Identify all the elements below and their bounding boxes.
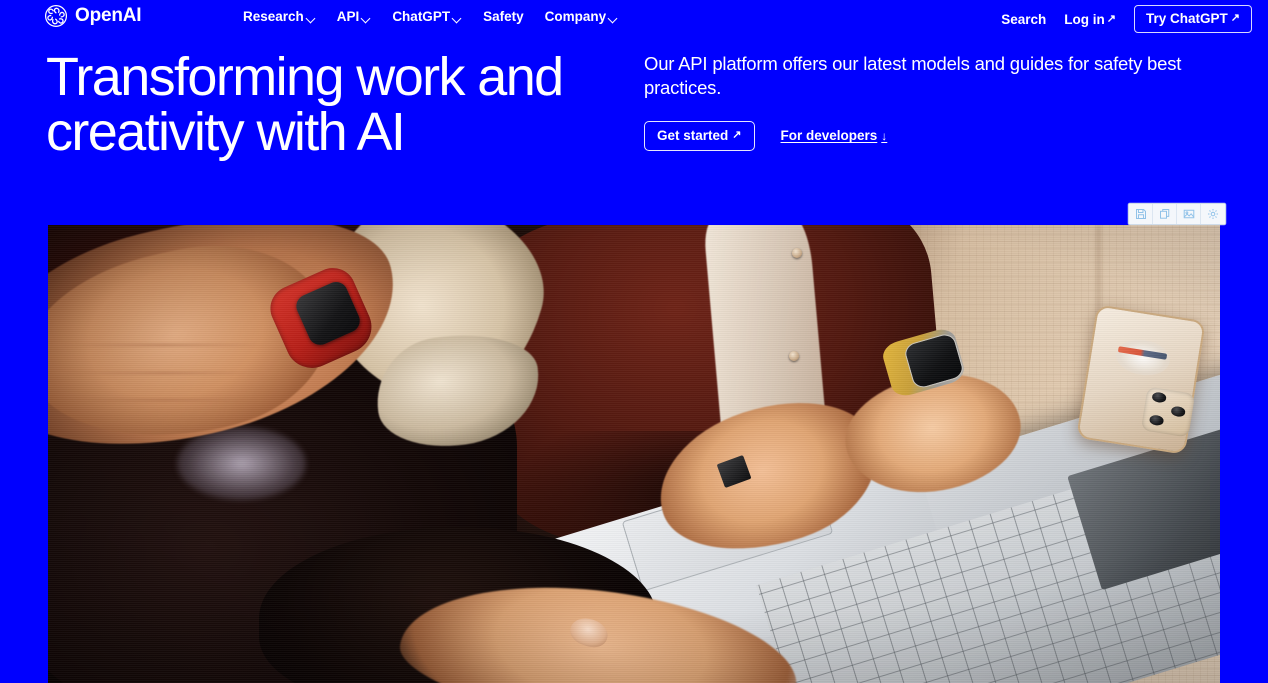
save-icon — [1135, 208, 1147, 220]
nav-item-label: Research — [243, 9, 304, 24]
nav-item-label: ChatGPT — [392, 9, 451, 24]
nav-item-chatgpt[interactable]: ChatGPT — [392, 9, 462, 25]
nav-item-label: Safety — [483, 9, 524, 24]
search-button[interactable]: Search — [1001, 12, 1046, 27]
arrow-up-right-icon: ↗ — [732, 128, 742, 141]
hero-description: Our API platform offers our latest model… — [644, 53, 1182, 99]
chevron-down-icon — [453, 14, 462, 23]
chevron-down-icon — [609, 14, 618, 23]
copy-button[interactable] — [1153, 204, 1177, 224]
nav-links-group: Research API ChatGPT Safety Company — [243, 9, 618, 25]
settings-gear-icon — [1207, 208, 1219, 220]
hero-image: Two people working together on a silver … — [48, 225, 1220, 683]
save-button[interactable] — [1129, 204, 1153, 224]
arrow-down-icon: ↓ — [881, 128, 888, 143]
nav-item-company[interactable]: Company — [545, 9, 619, 25]
chevron-down-icon — [362, 14, 371, 23]
openai-landing-page: OpenAI Research API ChatGPT Safety Compa… — [0, 0, 1268, 683]
hero-image-canvas — [48, 225, 1220, 683]
for-developers-label: For developers — [780, 128, 878, 144]
login-link[interactable]: Log in ↗ — [1064, 12, 1116, 27]
chevron-down-icon — [307, 14, 316, 23]
get-started-button[interactable]: Get started ↗ — [644, 120, 755, 151]
brand-logo-link[interactable]: OpenAI — [44, 4, 142, 28]
try-chatgpt-button[interactable]: Try ChatGPT ↗ — [1134, 5, 1252, 33]
nav-item-label: API — [336, 9, 360, 24]
hero-actions: Get started ↗ For developers ↓ — [644, 120, 1219, 151]
page-title: Transforming work and creativity with AI — [46, 47, 564, 163]
nav-item-safety[interactable]: Safety — [483, 9, 524, 25]
arrow-up-right-icon: ↗ — [1106, 12, 1117, 25]
nav-item-research[interactable]: Research — [243, 9, 316, 25]
nav-item-api[interactable]: API — [337, 9, 372, 25]
openai-logo-icon — [44, 4, 68, 28]
main-navigation: OpenAI Research API ChatGPT Safety Compa… — [0, 0, 1268, 34]
get-started-label: Get started — [657, 127, 729, 143]
image-toolbar[interactable] — [1128, 203, 1226, 225]
hero-copy-column: Our API platform offers our latest model… — [644, 52, 1219, 151]
brand-name: OpenAI — [75, 5, 142, 26]
arrow-up-right-icon: ↗ — [1230, 12, 1240, 24]
for-developers-link[interactable]: For developers ↓ — [781, 128, 888, 143]
copy-icon — [1159, 208, 1171, 220]
settings-button[interactable] — [1201, 204, 1225, 224]
nav-actions-group: Search Log in ↗ Try ChatGPT ↗ — [1001, 5, 1252, 33]
image-button[interactable] — [1177, 204, 1201, 224]
nav-item-label: Company — [544, 9, 607, 24]
login-label: Log in — [1064, 11, 1105, 27]
search-label: Search — [1001, 11, 1047, 27]
try-chatgpt-label: Try ChatGPT — [1146, 11, 1228, 26]
image-icon — [1183, 208, 1195, 220]
